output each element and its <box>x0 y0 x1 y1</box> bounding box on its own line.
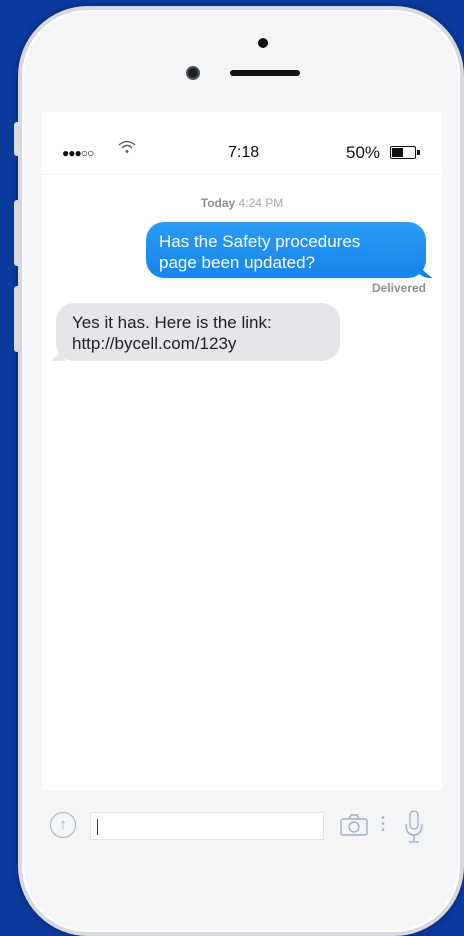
volume-up-button <box>14 200 20 266</box>
status-time: 7:18 <box>228 144 260 161</box>
front-sensor <box>258 38 268 48</box>
mute-switch <box>14 122 20 156</box>
battery-level-fill <box>392 148 403 157</box>
more-icon[interactable]: • • • <box>381 814 385 836</box>
battery-nub <box>417 150 420 155</box>
front-camera <box>186 66 200 80</box>
microphone-icon[interactable] <box>404 810 424 844</box>
battery-icon <box>390 146 420 159</box>
camera-icon[interactable] <box>340 814 368 836</box>
upload-icon[interactable]: ↑ <box>50 812 76 838</box>
message-input[interactable] <box>90 812 324 840</box>
incoming-message-bubble[interactable]: Yes it has. Here is the link: http://byc… <box>56 303 340 361</box>
composer-bar: ↑ • • • <box>42 790 442 862</box>
delivery-status: Delivered <box>371 281 426 295</box>
messages-screen: ●●●○○ 7:18 50% Today 4:24 PM Has the Saf… <box>42 112 442 790</box>
battery-percentage: 50% <box>346 143 381 162</box>
message-text-line: Yes it has. Here is the link: <box>72 313 272 332</box>
status-bar: ●●●○○ 7:18 50% <box>42 112 442 175</box>
message-timestamp: Today 4:24 PM <box>42 196 442 210</box>
signal-strength-icon: ●●●○○ <box>62 146 94 160</box>
outgoing-message-bubble[interactable]: Has the Safety procedures page been upda… <box>146 222 426 278</box>
message-text-line: page been updated? <box>159 253 315 272</box>
wifi-icon <box>118 140 136 159</box>
message-link[interactable]: http://bycell.com/123y <box>72 333 324 354</box>
volume-down-button <box>14 286 20 352</box>
text-caret <box>97 819 98 835</box>
timestamp-time: 4:24 PM <box>238 196 284 210</box>
message-text-line: Has the Safety procedures <box>159 232 361 251</box>
timestamp-day: Today <box>200 196 236 210</box>
earpiece-speaker <box>230 70 300 76</box>
